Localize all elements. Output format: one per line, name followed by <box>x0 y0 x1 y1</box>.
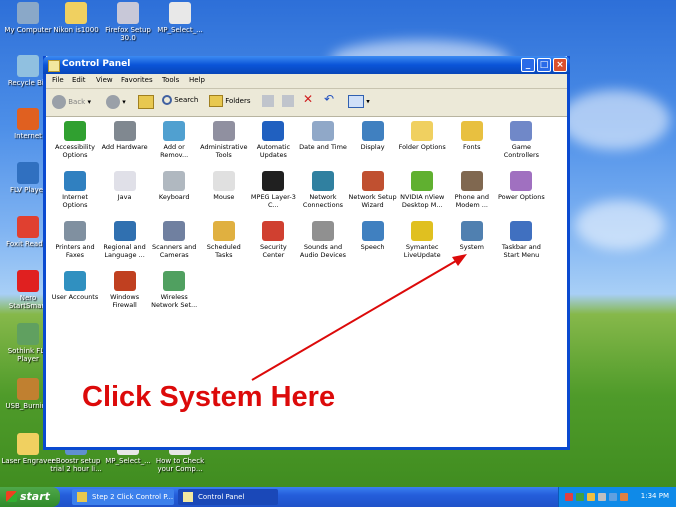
tray-icon[interactable] <box>565 493 573 501</box>
task-label: Step 2 Click Control P... <box>92 493 174 501</box>
arrow-line <box>251 257 462 381</box>
instruction-text: Click System Here <box>82 381 336 413</box>
system-tray: 1:34 PM <box>558 487 676 507</box>
windows-logo-icon <box>6 491 17 502</box>
taskbar: start Step 2 Click Control P... Control … <box>0 487 676 507</box>
start-button[interactable]: start <box>0 487 60 507</box>
tray-icon[interactable] <box>598 493 606 501</box>
arrow-head <box>452 254 467 266</box>
task-label: Control Panel <box>198 493 245 501</box>
taskbar-item-control-panel[interactable]: Control Panel <box>178 489 278 505</box>
volume-icon[interactable] <box>609 493 617 501</box>
start-label: start <box>20 490 50 503</box>
tray-icon[interactable] <box>576 493 584 501</box>
annotation-arrow <box>251 254 467 381</box>
tray-icon[interactable] <box>620 493 628 501</box>
folder-icon <box>77 492 87 502</box>
taskbar-item-step2[interactable]: Step 2 Click Control P... <box>72 489 174 505</box>
tray-icon[interactable] <box>587 493 595 501</box>
control-panel-icon <box>183 492 193 502</box>
clock[interactable]: 1:34 PM <box>641 492 669 500</box>
